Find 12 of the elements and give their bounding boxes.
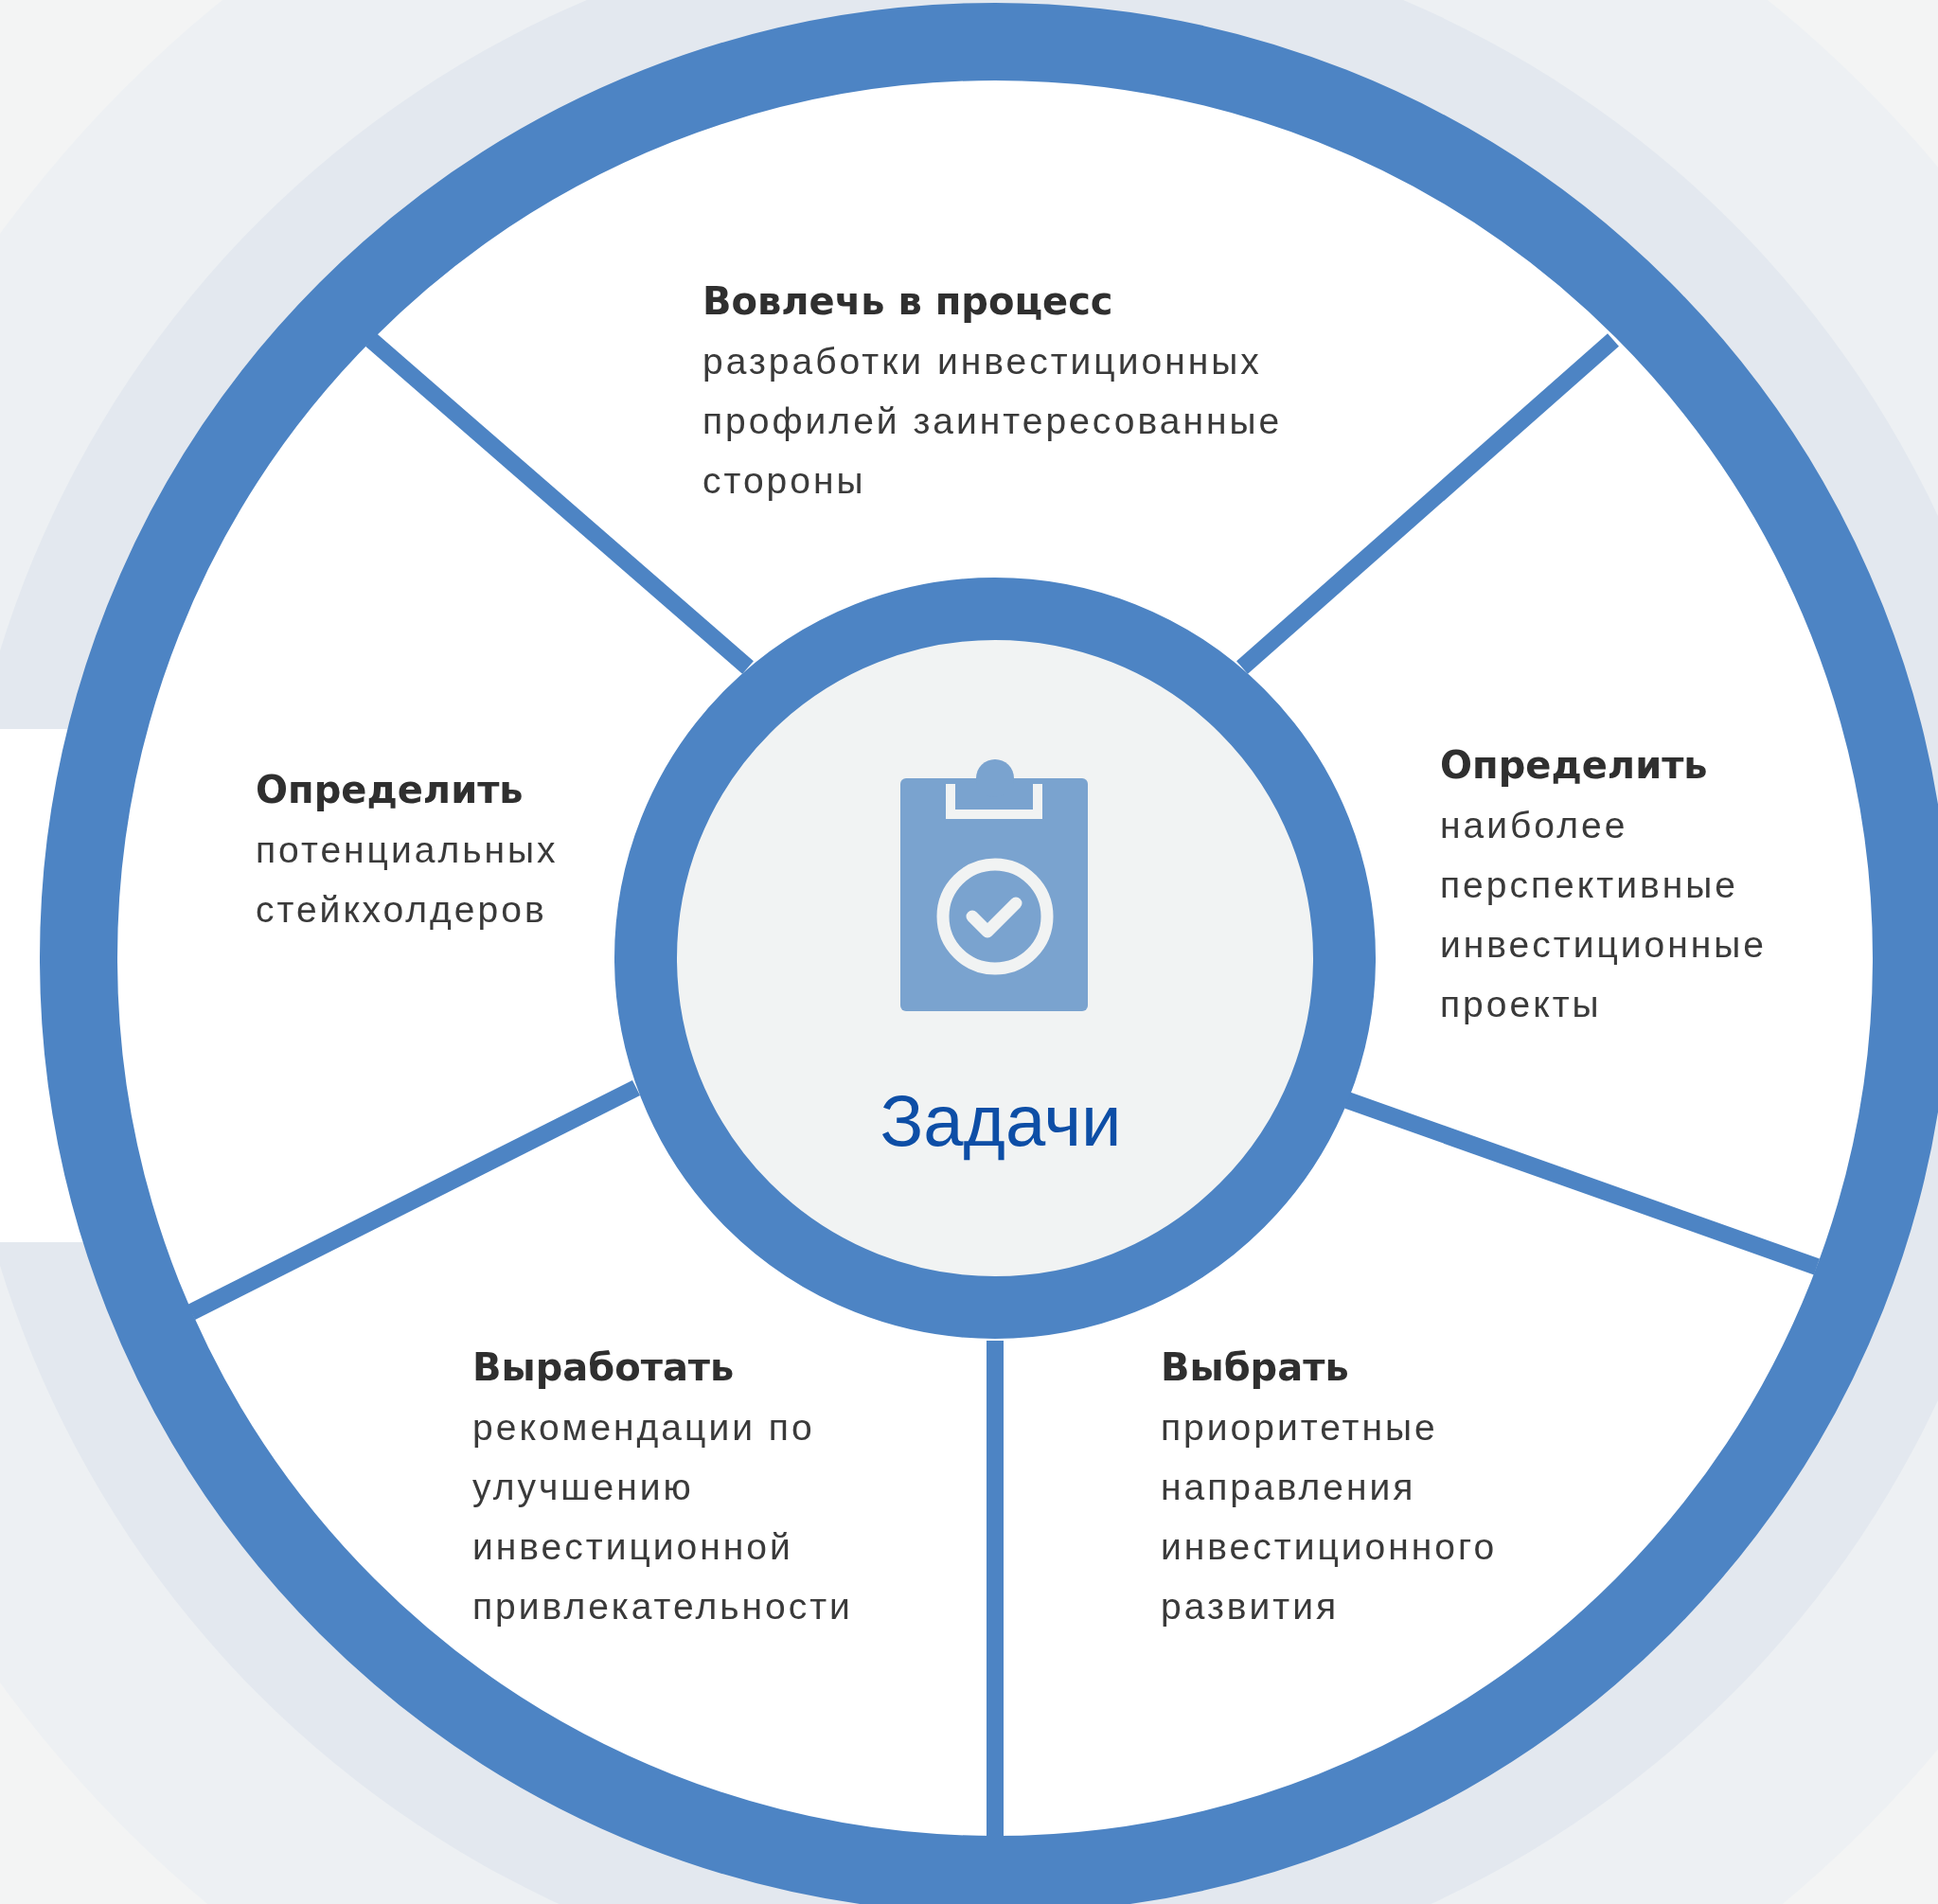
segment-text: разработки инвестиционных профилей заинтересованные стороны: [702, 340, 1284, 503]
segment-title: Выбрать: [1161, 1344, 1350, 1391]
segment-text: потенциальных стейкхолдеров: [256, 828, 560, 932]
segment-title: Выработать: [472, 1344, 736, 1391]
segment-text: рекомендации по улучшению инвестиционной привлекательности: [472, 1406, 854, 1628]
segment-text: наиболее перспективные инвестиционные проекты: [1440, 804, 1769, 1026]
segment-title: Вовлечь в процесс: [702, 278, 1114, 325]
center-title: Задачи: [879, 1079, 1123, 1162]
clipboard-check-icon: [900, 759, 1088, 1011]
segment-title: Определить: [256, 767, 525, 813]
segment-text: приоритетные направления инвестиционного развития: [1161, 1406, 1499, 1628]
segment-title: Определить: [1440, 742, 1709, 789]
